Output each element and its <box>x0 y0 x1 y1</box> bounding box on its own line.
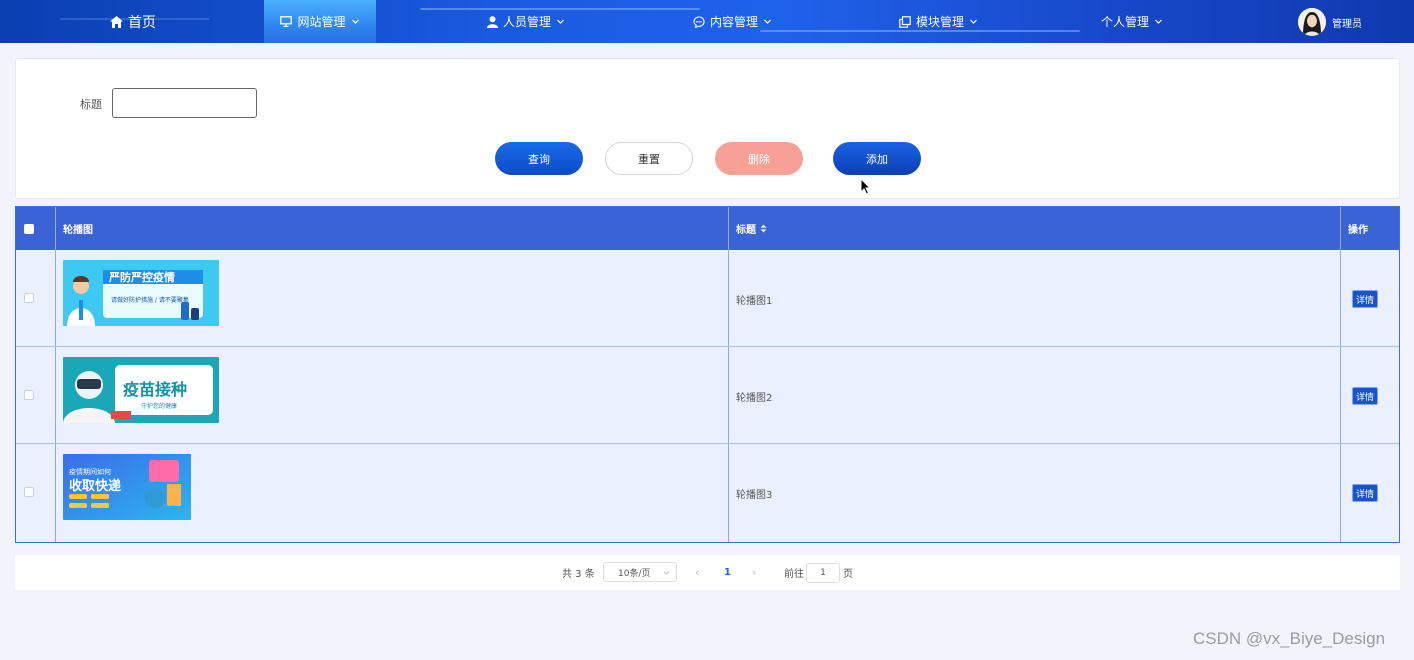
select-all-checkbox[interactable] <box>24 224 34 234</box>
nav-item-website-management[interactable]: 网站管理 <box>264 0 376 43</box>
chevron-down-icon <box>764 19 771 24</box>
table-row: 疫苗接种 守护您的健康 轮播图2 详情 <box>16 347 1399 444</box>
nav-item-label: 模块管理 <box>916 15 965 29</box>
table-row: 疫情期间如何 收取快递 轮播图3 详情 <box>16 444 1399 541</box>
monitor-icon <box>280 16 293 27</box>
banner-text: 严防严控疫情 <box>108 270 175 284</box>
chevron-down-icon <box>970 19 977 24</box>
title-label: 标题 <box>80 98 102 111</box>
avatar <box>1298 8 1326 36</box>
top-navbar: 首页 网站管理 人员管理 内容管理 模块管理 个人管理 管理员 <box>0 0 1414 43</box>
page-size-select[interactable]: 10条/页 <box>603 562 677 582</box>
nav-item-label: 个人管理 <box>1101 15 1150 29</box>
column-header-image: 轮播图 <box>63 207 93 250</box>
detail-button[interactable]: 详情 <box>1352 290 1378 308</box>
row-checkbox[interactable] <box>24 487 34 497</box>
nav-item-module-management[interactable]: 模块管理 <box>899 0 978 43</box>
pagination: 共 3 条 10条/页 ‹ 1 › 前往 1 页 <box>15 555 1400 590</box>
nav-item-home[interactable]: 首页 <box>110 0 156 43</box>
page-number-current[interactable]: 1 <box>724 555 731 590</box>
column-header-label: 轮播图 <box>63 225 93 236</box>
table-body: 严防严控疫情 请做好防护措施 / 请不要聚集 轮播图1 详情 疫苗接种 守护您的… <box>16 250 1399 542</box>
banner-subtext: 守护您的健康 <box>141 402 177 410</box>
banner-subtext: 疫情期间如何 <box>69 467 111 476</box>
nav-item-personnel-management[interactable]: 人员管理 <box>487 0 565 43</box>
banner-subtext: 请做好防护措施 / 请不要聚集 <box>111 296 189 304</box>
user-menu[interactable]: 管理员 <box>1298 8 1362 36</box>
row-checkbox[interactable] <box>24 293 34 303</box>
column-header-title[interactable]: 标题 <box>736 207 767 250</box>
pagination-total: 共 3 条 <box>562 569 595 580</box>
banner-text: 疫苗接种 <box>123 380 187 399</box>
title-search-input[interactable] <box>112 88 257 118</box>
row-title: 轮播图2 <box>736 393 773 404</box>
chevron-down-icon <box>557 19 564 24</box>
page-size-value: 10条/页 <box>618 568 651 579</box>
reset-button[interactable]: 重置 <box>605 142 693 175</box>
banner-table: 轮播图 标题 操作 严防严控疫情 请做好防护措施 / 请不要聚集 轮播图1 详情… <box>15 206 1400 543</box>
query-button[interactable]: 查询 <box>495 142 583 175</box>
sort-icon[interactable] <box>760 224 767 233</box>
delete-button[interactable]: 删除 <box>715 142 803 175</box>
column-header-action: 操作 <box>1348 207 1368 250</box>
row-title: 轮播图1 <box>736 296 773 307</box>
banner-text: 收取快递 <box>69 478 121 494</box>
page-suffix-label: 页 <box>843 569 853 580</box>
column-header-label: 标题 <box>736 225 756 236</box>
chat-icon <box>693 15 705 28</box>
nav-item-label: 内容管理 <box>710 15 759 29</box>
chevron-down-icon <box>1155 19 1162 24</box>
nav-item-personal-management[interactable]: 个人管理 <box>1101 0 1163 43</box>
chevron-down-icon <box>663 571 670 575</box>
table-row: 严防严控疫情 请做好防护措施 / 请不要聚集 轮播图1 详情 <box>16 250 1399 347</box>
goto-label: 前往 <box>784 569 804 580</box>
chevron-down-icon <box>351 19 359 24</box>
search-panel: 标题 查询 重置 删除 添加 <box>15 58 1400 199</box>
nav-item-content-management[interactable]: 内容管理 <box>693 0 772 43</box>
add-button[interactable]: 添加 <box>833 142 921 175</box>
user-icon <box>487 15 498 28</box>
prev-page-icon[interactable]: ‹ <box>695 555 699 590</box>
detail-button[interactable]: 详情 <box>1352 387 1378 405</box>
watermark: CSDN @vx_Biye_Design <box>1193 629 1386 648</box>
table-header: 轮播图 标题 操作 <box>16 207 1399 250</box>
home-icon <box>110 15 123 28</box>
mouse-cursor-icon <box>860 178 871 195</box>
banner-thumbnail[interactable]: 疫苗接种 守护您的健康 <box>63 357 219 423</box>
row-title: 轮播图3 <box>736 490 773 501</box>
layers-icon <box>899 15 911 28</box>
nav-item-label: 人员管理 <box>503 15 552 29</box>
nav-item-label: 首页 <box>128 14 156 31</box>
banner-thumbnail[interactable]: 严防严控疫情 请做好防护措施 / 请不要聚集 <box>63 260 219 326</box>
detail-button[interactable]: 详情 <box>1352 484 1378 502</box>
goto-page-input[interactable]: 1 <box>806 563 840 583</box>
nav-item-label: 网站管理 <box>297 15 346 29</box>
banner-thumbnail[interactable]: 疫情期间如何 收取快递 <box>63 454 191 520</box>
column-header-label: 操作 <box>1348 225 1368 236</box>
next-page-icon[interactable]: › <box>752 555 756 590</box>
row-checkbox[interactable] <box>24 390 34 400</box>
user-name: 管理员 <box>1332 18 1362 30</box>
